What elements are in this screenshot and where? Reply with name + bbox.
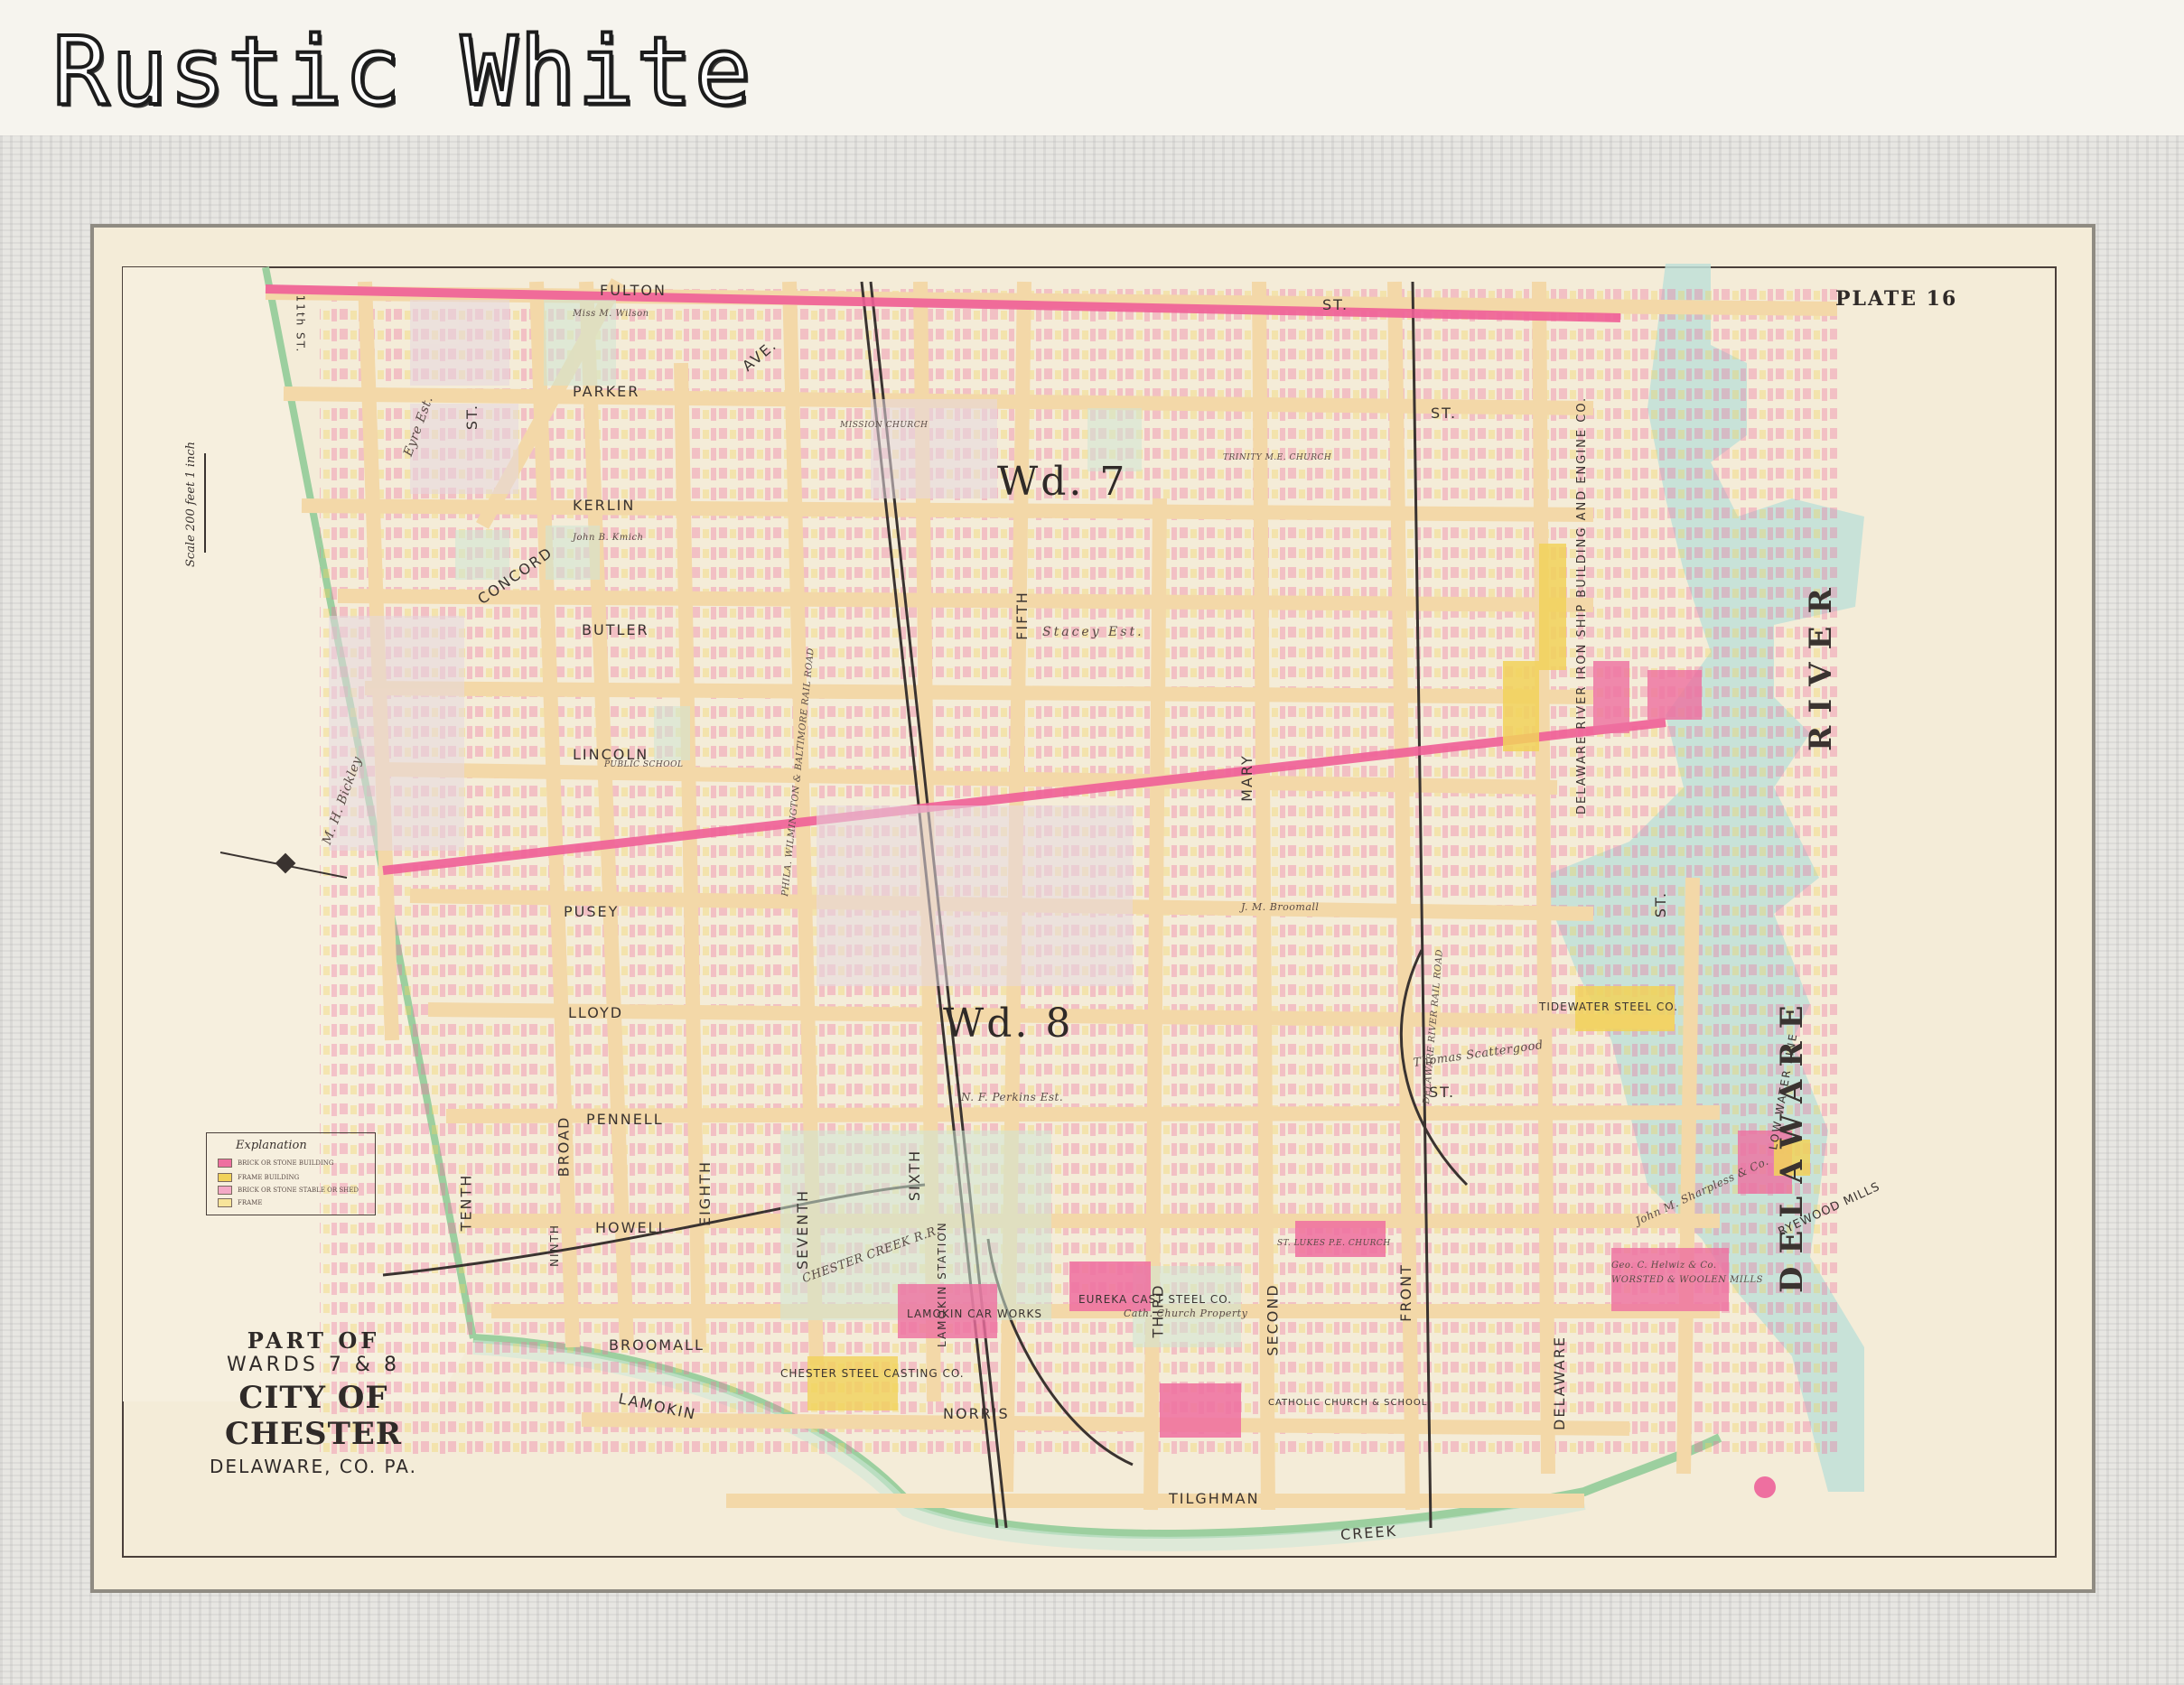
cartouche-city: CITY OF CHESTER bbox=[224, 1380, 403, 1452]
street-seventh: SEVENTH bbox=[794, 1188, 812, 1271]
legend: Explanation BRICK OR STONE BUILDING FRAM… bbox=[206, 1132, 376, 1215]
street-eighth: EIGHTH bbox=[696, 1159, 714, 1227]
ward-8-label: Wd. 8 bbox=[943, 1001, 1074, 1047]
rail-lamokin-station: LAMOKIN STATION bbox=[936, 1221, 948, 1347]
legend-label: BRICK OR STONE BUILDING bbox=[238, 1159, 334, 1167]
owner-broomall: J. M. Broomall bbox=[1241, 901, 1320, 913]
title-cartouche: PART OF WARDS 7 & 8 CITY OF CHESTER DELA… bbox=[210, 1327, 417, 1477]
legend-row: FRAME bbox=[218, 1198, 262, 1211]
public-school: PUBLIC SCHOOL bbox=[604, 760, 684, 769]
plate-number: PLATE 16 bbox=[1835, 287, 1958, 311]
street-pusey: PUSEY bbox=[564, 903, 620, 920]
legend-label: BRICK OR STONE STABLE OR SHED bbox=[238, 1187, 359, 1194]
street-broomall: BROOMALL bbox=[609, 1336, 705, 1354]
scale-label: Scale 200 feet 1 inch bbox=[184, 441, 198, 567]
cartouche-part-of: PART OF bbox=[247, 1327, 380, 1354]
legend-swatch bbox=[218, 1186, 232, 1195]
owner-kmich: John B. Kmich bbox=[573, 533, 644, 543]
street-broad: BROAD bbox=[555, 1115, 573, 1178]
lamokin-car-works: LAMOKIN CAR WORKS bbox=[907, 1308, 1043, 1320]
river-river: RIVER bbox=[1803, 575, 1839, 751]
owner-wilson: Miss M. Wilson bbox=[573, 309, 649, 319]
cartouche-county: DELAWARE, CO. PA. bbox=[210, 1456, 417, 1477]
map-print: FULTON ST. PARKER KERLIN BUTLER LINCOLN … bbox=[94, 228, 2092, 1589]
helwiz-co: Geo. C. Helwiz & Co. bbox=[1611, 1261, 1717, 1271]
eureka-steel: EUREKA CAST STEEL CO. bbox=[1078, 1293, 1233, 1306]
chester-steel-casting: CHESTER STEEL CASTING CO. bbox=[780, 1367, 965, 1380]
map-canvas: FULTON ST. PARKER KERLIN BUTLER LINCOLN … bbox=[94, 228, 2092, 1589]
street-fifth: FIFTH bbox=[1013, 591, 1031, 640]
street-11th: 11th ST. bbox=[294, 294, 307, 354]
street-sixth: SIXTH bbox=[906, 1149, 924, 1202]
banner-title: Rustic White bbox=[51, 14, 753, 128]
street-tenth: TENTH bbox=[457, 1173, 475, 1232]
ward-7-label: Wd. 7 bbox=[997, 459, 1128, 505]
street-howell: HOWELL bbox=[595, 1219, 668, 1236]
legend-swatch bbox=[218, 1173, 232, 1182]
street-butler: BUTLER bbox=[582, 621, 649, 638]
iron-ship-building: DELAWARE RIVER IRON SHIP BUILDING AND EN… bbox=[1575, 396, 1589, 815]
street-mary: MARY bbox=[1237, 754, 1255, 802]
street-second: SECOND bbox=[1264, 1283, 1282, 1356]
legend-swatch bbox=[218, 1198, 232, 1207]
street-norris: NORRIS bbox=[943, 1405, 1010, 1422]
st-lukes-church: ST. LUKES P.E. CHURCH bbox=[1277, 1239, 1391, 1248]
owner-stacey: Stacey Est. bbox=[1042, 625, 1144, 639]
street-tilghman: TILGHMAN bbox=[1169, 1490, 1260, 1507]
trinity-church: TRINITY M.E. CHURCH bbox=[1223, 453, 1332, 462]
mission-church: MISSION CHURCH bbox=[840, 421, 929, 430]
street-st-east-1: ST. bbox=[1431, 405, 1458, 422]
street-lloyd: LLOYD bbox=[568, 1004, 624, 1021]
street-st-ns-1: ST. bbox=[463, 403, 481, 431]
cartouche-wards: WARDS 7 & 8 bbox=[227, 1354, 400, 1376]
street-parker: PARKER bbox=[573, 383, 640, 400]
street-st-ns-2: ST. bbox=[1652, 890, 1670, 918]
legend-title: Explanation bbox=[236, 1139, 307, 1152]
legend-row: FRAME BUILDING bbox=[218, 1173, 299, 1186]
street-front: FRONT bbox=[1396, 1263, 1414, 1322]
catholic-church-school: CATHOLIC CHURCH & SCHOOL bbox=[1268, 1398, 1428, 1408]
legend-label: FRAME bbox=[238, 1199, 263, 1206]
legend-swatch bbox=[218, 1159, 232, 1168]
street-pennell: PENNELL bbox=[586, 1111, 664, 1128]
banner: Rustic White bbox=[0, 0, 2184, 135]
street-fulton-st: ST. bbox=[1322, 296, 1349, 313]
legend-row: BRICK OR STONE STABLE OR SHED bbox=[218, 1186, 359, 1198]
street-ninth: NINTH bbox=[547, 1224, 561, 1267]
street-delaware: DELAWARE bbox=[1550, 1336, 1568, 1430]
tidewater-steel: TIDEWATER STEEL CO. bbox=[1539, 1001, 1679, 1013]
cath-church-property: Cath. Church Property bbox=[1124, 1308, 1248, 1319]
legend-row: BRICK OR STONE BUILDING bbox=[218, 1159, 333, 1171]
legend-label: FRAME BUILDING bbox=[238, 1174, 300, 1181]
street-fulton: FULTON bbox=[600, 282, 667, 299]
worsted-woolen-mills: WORSTED & WOOLEN MILLS bbox=[1611, 1275, 1763, 1285]
street-kerlin: KERLIN bbox=[573, 497, 636, 514]
picture-frame: FULTON ST. PARKER KERLIN BUTLER LINCOLN … bbox=[0, 135, 2184, 1685]
owner-perkins: N. F. Perkins Est. bbox=[961, 1091, 1064, 1103]
